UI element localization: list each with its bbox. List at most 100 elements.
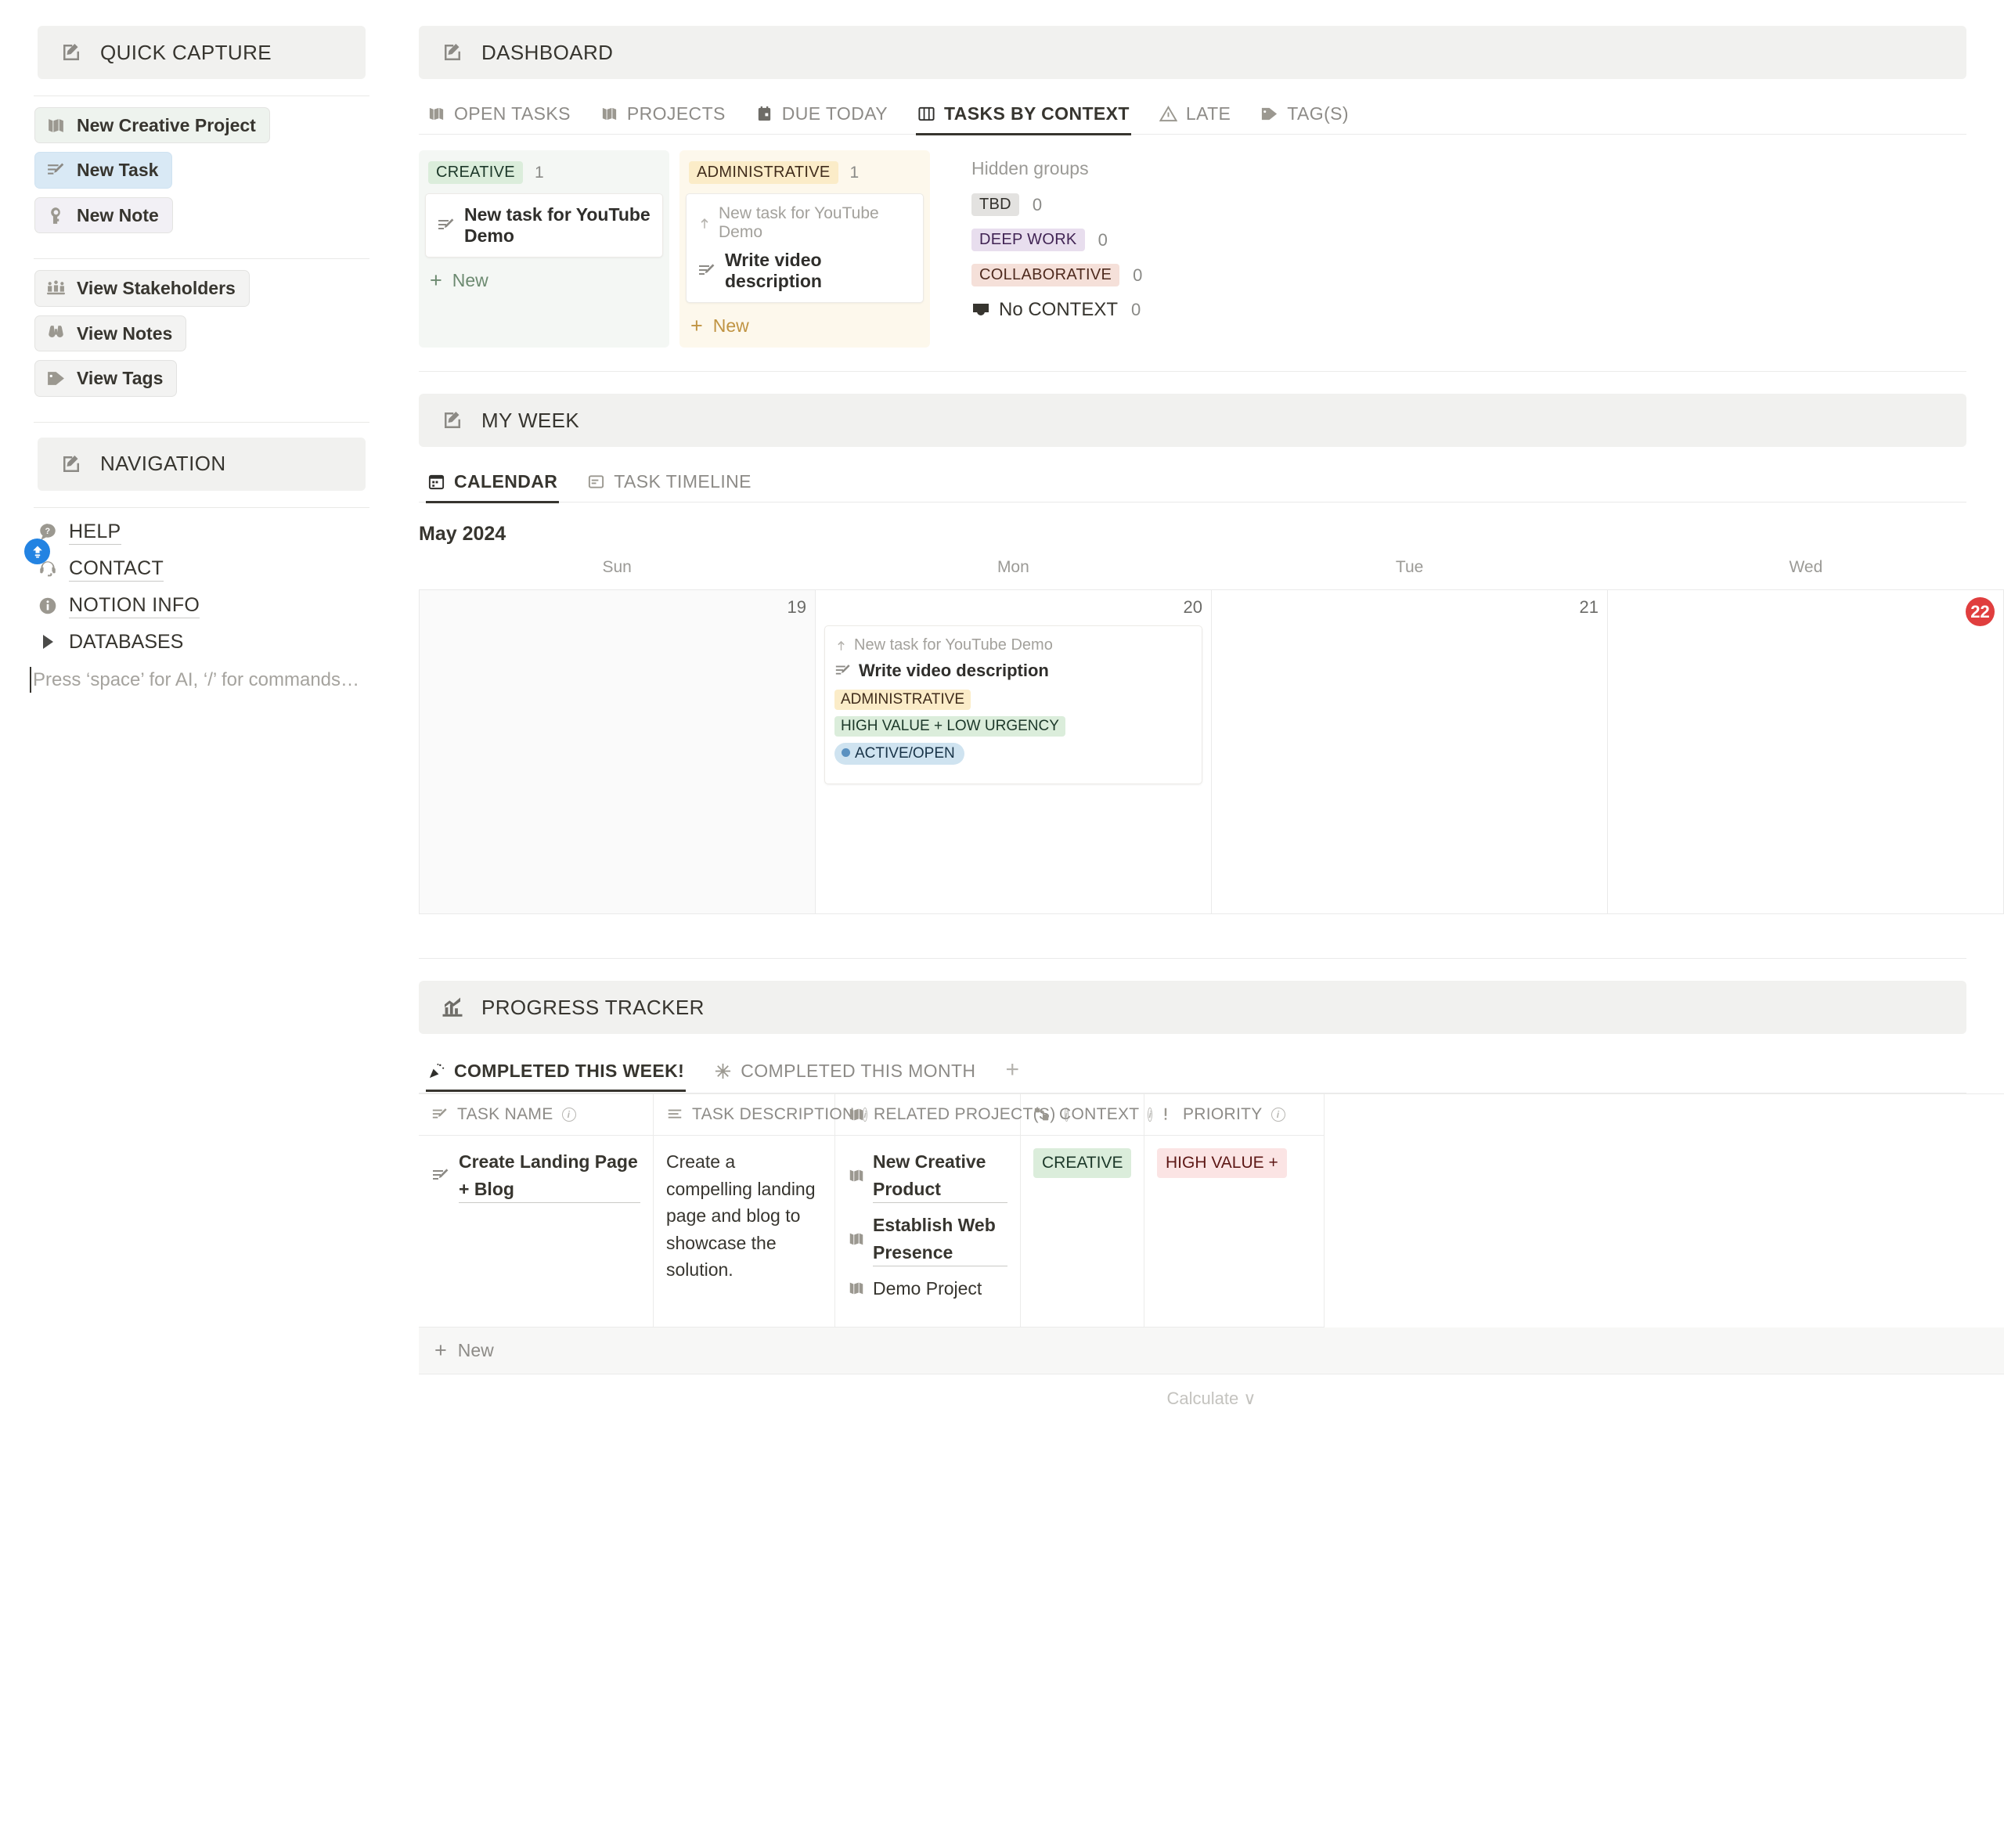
- arrow-up-icon: [697, 216, 712, 230]
- tab-late[interactable]: LATE: [1158, 99, 1232, 134]
- column-header-related-projects[interactable]: RELATED PROJECT(S) i: [835, 1094, 1021, 1136]
- tab-open-tasks[interactable]: OPEN TASKS: [426, 99, 572, 134]
- nav-item-contact[interactable]: CONTACT: [38, 557, 403, 582]
- board-new-button-administrative[interactable]: + New: [686, 306, 924, 338]
- tab-projects[interactable]: PROJECTS: [599, 99, 727, 134]
- cell-task-name[interactable]: Create Landing Page + Blog: [419, 1136, 654, 1327]
- related-project-item[interactable]: Demo Project: [848, 1275, 1007, 1302]
- upload-badge-icon[interactable]: [24, 539, 50, 564]
- cell-context[interactable]: CREATIVE: [1021, 1136, 1144, 1327]
- calendar-event[interactable]: New task for YouTube Demo Write video de…: [824, 625, 1202, 784]
- tab-task-timeline[interactable]: TASK TIMELINE: [586, 467, 753, 502]
- my-week-callout[interactable]: MY WEEK: [419, 394, 1966, 447]
- hidden-group-tbd[interactable]: TBD 0: [971, 193, 1142, 216]
- tag-icon: [1260, 105, 1278, 123]
- quick-capture-callout[interactable]: QUICK CAPTURE: [38, 26, 366, 79]
- tab-late-label: LATE: [1186, 103, 1231, 124]
- calendar-cell[interactable]: 20 New task for YouTube Demo Write video…: [816, 590, 1212, 914]
- task-name-link[interactable]: Create Landing Page + Blog: [459, 1148, 640, 1203]
- tab-calendar-label: CALENDAR: [454, 471, 557, 492]
- view-stakeholders-button[interactable]: View Stakeholders: [34, 270, 250, 306]
- view-notes-label: View Notes: [77, 323, 172, 344]
- notion-dashboard-page: QUICK CAPTURE New Creative Project New T…: [0, 0, 2004, 1848]
- board-new-button-creative[interactable]: + New: [425, 261, 663, 293]
- column-header-priority[interactable]: PRIORITY i: [1144, 1094, 1325, 1136]
- column-header-context[interactable]: CONTEXT i: [1021, 1094, 1144, 1136]
- svg-text:?: ?: [45, 527, 51, 536]
- info-circle-icon: [38, 596, 58, 616]
- board-card[interactable]: New task for YouTube Demo Write video de…: [686, 193, 924, 303]
- tab-tasks-by-context[interactable]: TASKS BY CONTEXT: [916, 99, 1131, 134]
- table-row[interactable]: Create Landing Page + Blog Create a comp…: [419, 1136, 2004, 1327]
- new-creative-project-button[interactable]: New Creative Project: [34, 107, 270, 143]
- column-label: CONTEXT: [1059, 1105, 1139, 1124]
- board-card-parent: New task for YouTube Demo: [719, 204, 912, 242]
- view-notes-button[interactable]: View Notes: [34, 315, 186, 351]
- nav-item-help[interactable]: ? HELP: [38, 521, 403, 545]
- nav-item-notion-info[interactable]: NOTION INFO: [38, 594, 403, 618]
- info-icon[interactable]: i: [562, 1108, 576, 1122]
- new-task-button[interactable]: New Task: [34, 152, 172, 188]
- plus-icon: +: [434, 1340, 447, 1361]
- ai-command-input[interactable]: Press ‘space’ for AI, ‘/’ for commands…: [33, 669, 403, 691]
- info-icon[interactable]: i: [1271, 1108, 1285, 1122]
- relation-icon: [1033, 1106, 1051, 1123]
- hidden-group-chip: DEEP WORK: [971, 229, 1085, 251]
- calendar-day-name: Tue: [1212, 558, 1608, 589]
- hidden-group-collaborative[interactable]: COLLABORATIVE 0: [971, 264, 1142, 286]
- board-group-creative: CREATIVE 1 New task for YouTube Demo + N…: [419, 150, 669, 348]
- cell-priority[interactable]: HIGH VALUE +: [1144, 1136, 1325, 1327]
- board-icon: [917, 105, 935, 123]
- tab-calendar[interactable]: CALENDAR: [426, 467, 559, 502]
- calendar-cell[interactable]: 22: [1608, 590, 2004, 914]
- tab-projects-label: PROJECTS: [627, 103, 726, 124]
- related-project-item[interactable]: Establish Web Presence: [848, 1212, 1007, 1266]
- related-project-item[interactable]: New Creative Product: [848, 1148, 1007, 1203]
- hidden-group-deep-work[interactable]: DEEP WORK 0: [971, 229, 1142, 251]
- column-label: PRIORITY: [1183, 1105, 1263, 1124]
- hidden-group-label: No CONTEXT: [999, 299, 1118, 321]
- tab-completed-this-month[interactable]: COMPLETED THIS MONTH: [712, 1056, 977, 1091]
- column-label: TASK NAME: [457, 1105, 553, 1124]
- tab-tags[interactable]: TAG(S): [1259, 99, 1350, 134]
- warning-triangle-icon: [1159, 105, 1177, 123]
- related-project-link[interactable]: Demo Project: [873, 1275, 982, 1302]
- tab-completed-this-week[interactable]: COMPLETED THIS WEEK!: [426, 1056, 686, 1091]
- calendar-cell[interactable]: 19: [420, 590, 816, 914]
- view-tags-button[interactable]: View Tags: [34, 360, 177, 396]
- navigation-callout[interactable]: NAVIGATION: [38, 438, 366, 491]
- new-note-button[interactable]: New Note: [34, 197, 173, 233]
- main-content: DASHBOARD OPEN TASKS PROJECTS DUE TODAY …: [403, 0, 2004, 1848]
- column-header-task-name[interactable]: TASK NAME i: [419, 1094, 654, 1136]
- databases-toggle[interactable]: DATABASES: [38, 631, 403, 654]
- nav-item-contact-label: CONTACT: [69, 557, 164, 582]
- cell-task-description[interactable]: Create a compelling landing page and blo…: [654, 1136, 835, 1327]
- edit-square-icon: [59, 452, 83, 476]
- related-project-link[interactable]: Establish Web Presence: [873, 1212, 1007, 1266]
- calendar-event-parent-row: New task for YouTube Demo: [834, 636, 1192, 654]
- table-new-row-button[interactable]: + New: [419, 1327, 2004, 1374]
- add-tab-button[interactable]: +: [1004, 1054, 1021, 1093]
- my-week-title: MY WEEK: [481, 409, 579, 433]
- related-project-link[interactable]: New Creative Product: [873, 1148, 1007, 1203]
- new-creative-project-label: New Creative Project: [77, 115, 256, 135]
- progress-tracker-callout[interactable]: PROGRESS TRACKER: [419, 981, 1966, 1034]
- dashboard-callout[interactable]: DASHBOARD: [419, 26, 1966, 79]
- board-card[interactable]: New task for YouTube Demo: [425, 193, 663, 258]
- task-pencil-icon: [834, 662, 852, 679]
- column-header-task-description[interactable]: TASK DESCRIPTION i: [654, 1094, 835, 1136]
- hidden-group-count: 0: [1131, 300, 1141, 320]
- divider: [419, 958, 1966, 959]
- board-card-title: Write video description: [725, 250, 912, 292]
- calendar-cell[interactable]: 21: [1212, 590, 1608, 914]
- book-icon: [600, 105, 618, 123]
- plus-icon: +: [430, 270, 442, 291]
- calendar-icon: [755, 105, 773, 123]
- tab-due-today[interactable]: DUE TODAY: [754, 99, 889, 134]
- calendar-day-name: Sun: [419, 558, 815, 589]
- hidden-group-no-context[interactable]: No CONTEXT 0: [971, 299, 1142, 321]
- progress-tracker-tabs: COMPLETED THIS WEEK! COMPLETED THIS MONT…: [419, 1054, 1966, 1093]
- column-label: TASK DESCRIPTION: [692, 1105, 854, 1124]
- table-calculate-button[interactable]: Calculate ∨: [419, 1374, 2004, 1409]
- cell-related-projects[interactable]: New Creative Product Establish Web Prese…: [835, 1136, 1021, 1327]
